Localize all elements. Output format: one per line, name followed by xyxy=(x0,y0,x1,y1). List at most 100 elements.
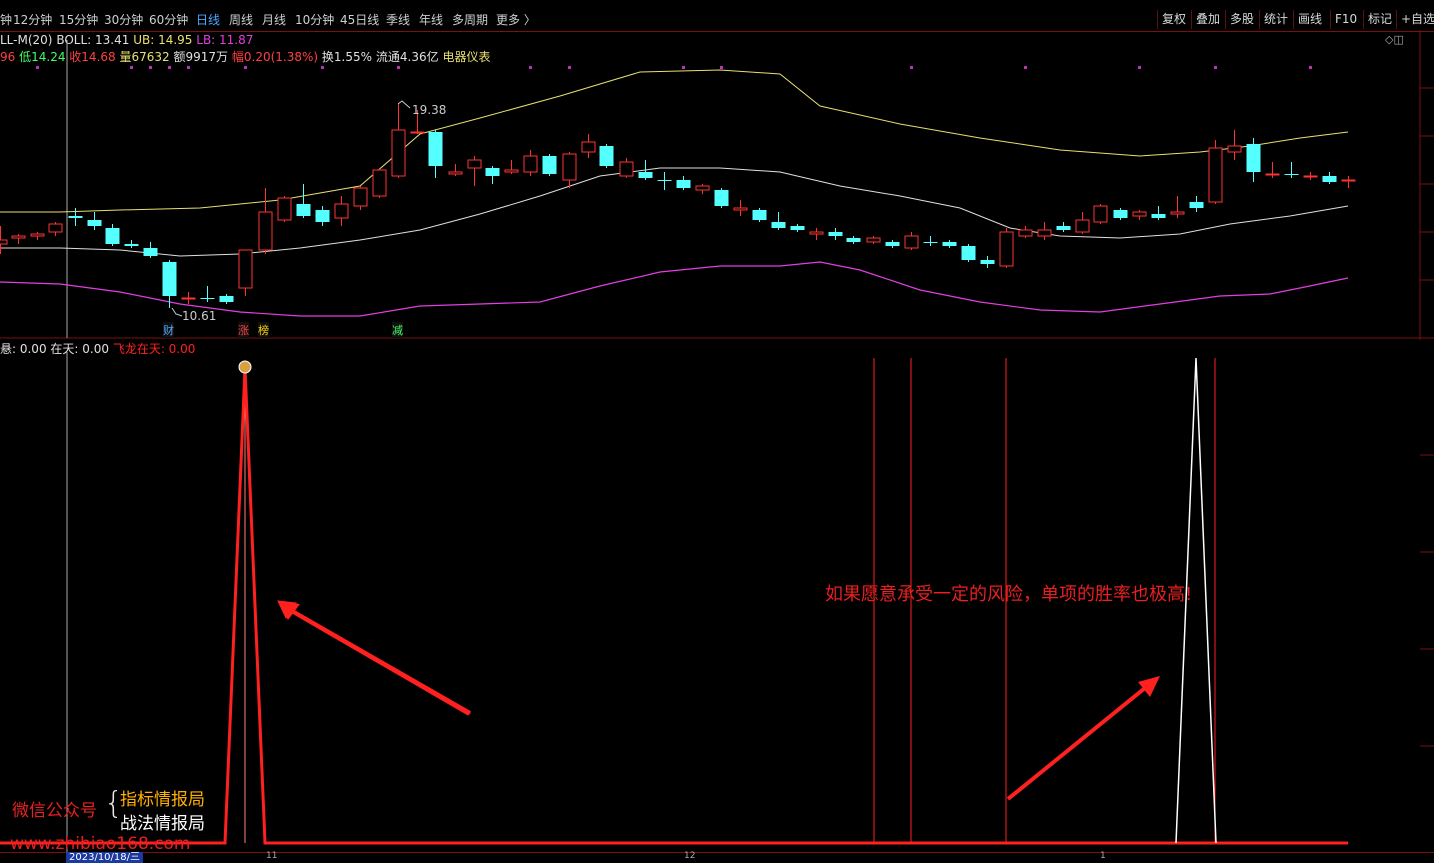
candle-body-17 xyxy=(315,210,330,222)
signal-dot-1 xyxy=(130,66,133,69)
candle-body-68 xyxy=(1284,174,1299,175)
candle-body-26 xyxy=(485,168,500,176)
candle-body-66 xyxy=(1246,144,1261,172)
candle-body-48 xyxy=(904,235,919,249)
candle-body-69 xyxy=(1303,175,1318,178)
signal-dot-14 xyxy=(1138,66,1141,69)
candle-body-44 xyxy=(828,232,843,236)
candle-body-54 xyxy=(1018,229,1033,237)
candle-body-7 xyxy=(124,244,139,246)
money-bag-icon xyxy=(238,360,252,374)
candle-body-52 xyxy=(980,260,995,264)
arrow-left-shaft xyxy=(286,606,471,715)
candle-body-18 xyxy=(334,203,349,219)
candle-body-49 xyxy=(923,242,938,243)
candle-body-2 xyxy=(30,233,45,237)
candle-body-16 xyxy=(296,204,311,216)
cursor-date-label: 2023/10/18/三 xyxy=(66,852,144,863)
signal-dot-9 xyxy=(568,66,571,69)
high-price-label: 19.38 xyxy=(412,103,446,117)
candle-body-67 xyxy=(1265,173,1280,176)
candle-body-56 xyxy=(1056,226,1071,230)
candle-body-22 xyxy=(410,131,425,134)
candle-body-45 xyxy=(846,238,861,242)
signal-dot-8 xyxy=(529,66,532,69)
low-marker xyxy=(171,307,183,317)
candle-body-14 xyxy=(258,211,273,251)
candle-body-61 xyxy=(1151,214,1166,218)
event-tag-0[interactable]: 财 xyxy=(163,322,174,338)
watermark-wechat-label: 微信公众号 xyxy=(12,801,97,821)
candle-body-25 xyxy=(467,159,482,169)
candle-body-28 xyxy=(523,155,538,173)
candle-body-9 xyxy=(162,262,177,296)
candle-body-58 xyxy=(1093,205,1108,223)
candle-body-43 xyxy=(809,231,824,235)
event-tag-2[interactable]: 榜 xyxy=(258,322,269,338)
sub-indicator-label-3: 飞龙在天: 0.00 xyxy=(112,342,196,356)
candle-body-42 xyxy=(790,226,805,230)
candle-body-30 xyxy=(562,153,577,181)
candle-body-0 xyxy=(0,239,8,245)
candle-body-15 xyxy=(277,197,292,221)
arrow-right-head xyxy=(1138,676,1160,697)
candle-body-57 xyxy=(1075,219,1090,233)
sub-indicator-label-1: 悬: 0.00 xyxy=(0,342,47,356)
signal-dot-10 xyxy=(682,66,685,69)
signal-dot-0 xyxy=(36,66,39,69)
candle-body-47 xyxy=(885,242,900,246)
candle-body-6 xyxy=(105,228,120,244)
candle-body-37 xyxy=(695,185,710,191)
candle-body-64 xyxy=(1208,147,1223,203)
candle-body-62 xyxy=(1170,211,1185,215)
candle-body-12 xyxy=(219,296,234,302)
candlestick-chart[interactable]: 19.38 10.61 xyxy=(0,0,1434,340)
candle-body-21 xyxy=(391,129,406,177)
candle-body-51 xyxy=(961,246,976,260)
candle-body-38 xyxy=(714,190,729,206)
axis-label-0: 11 xyxy=(266,851,278,861)
signal-dot-15 xyxy=(1214,66,1217,69)
candle-body-35 xyxy=(657,180,672,181)
signal-dot-5 xyxy=(244,66,247,69)
candle-body-46 xyxy=(866,237,881,243)
signal-dot-7 xyxy=(397,66,400,69)
candle-body-24 xyxy=(448,171,463,175)
event-tag-1[interactable]: 涨 xyxy=(238,322,249,338)
candle-body-20 xyxy=(372,169,387,197)
signal-dot-4 xyxy=(187,66,190,69)
candle-body-31 xyxy=(581,141,596,153)
signal-dot-16 xyxy=(1309,66,1312,69)
signal-dot-3 xyxy=(168,66,171,69)
boll-lower-line xyxy=(0,261,1349,317)
signal-dot-2 xyxy=(149,66,152,69)
low-price-label: 10.61 xyxy=(182,309,216,323)
candle-body-59 xyxy=(1113,210,1128,218)
candle-body-23 xyxy=(428,132,443,166)
signal-dot-13 xyxy=(1024,66,1027,69)
sub-indicator-header: 悬: 0.00 在天: 0.00 飞龙在天: 0.00 xyxy=(0,340,195,357)
candle-body-5 xyxy=(87,220,102,226)
candle-body-41 xyxy=(771,222,786,228)
candle-body-11 xyxy=(200,298,215,299)
high-marker xyxy=(397,100,411,109)
candle-body-50 xyxy=(942,242,957,246)
candle-body-13 xyxy=(238,249,253,289)
candle-body-3 xyxy=(48,223,63,233)
axis-label-1: 12 xyxy=(684,851,696,861)
candle-body-27 xyxy=(504,169,519,173)
candle-body-36 xyxy=(676,180,691,188)
candle-body-8 xyxy=(143,248,158,256)
candle-body-4 xyxy=(68,216,83,218)
candle-body-39 xyxy=(733,207,748,211)
candle-body-70 xyxy=(1322,176,1337,182)
candle-body-32 xyxy=(599,146,614,166)
annotation-text: 如果愿意承受一定的风险，单项的胜率也极高! xyxy=(825,584,1193,605)
candle-body-71 xyxy=(1341,179,1356,182)
candle-body-63 xyxy=(1189,202,1204,208)
axis-label-2: 1 xyxy=(1100,851,1106,861)
watermark-name-1: 指标情报局 xyxy=(120,790,205,810)
event-tag-3[interactable]: 减 xyxy=(392,322,403,338)
arrow-left-head xyxy=(278,601,300,620)
watermark-name-2: 战法情报局 xyxy=(120,814,205,834)
